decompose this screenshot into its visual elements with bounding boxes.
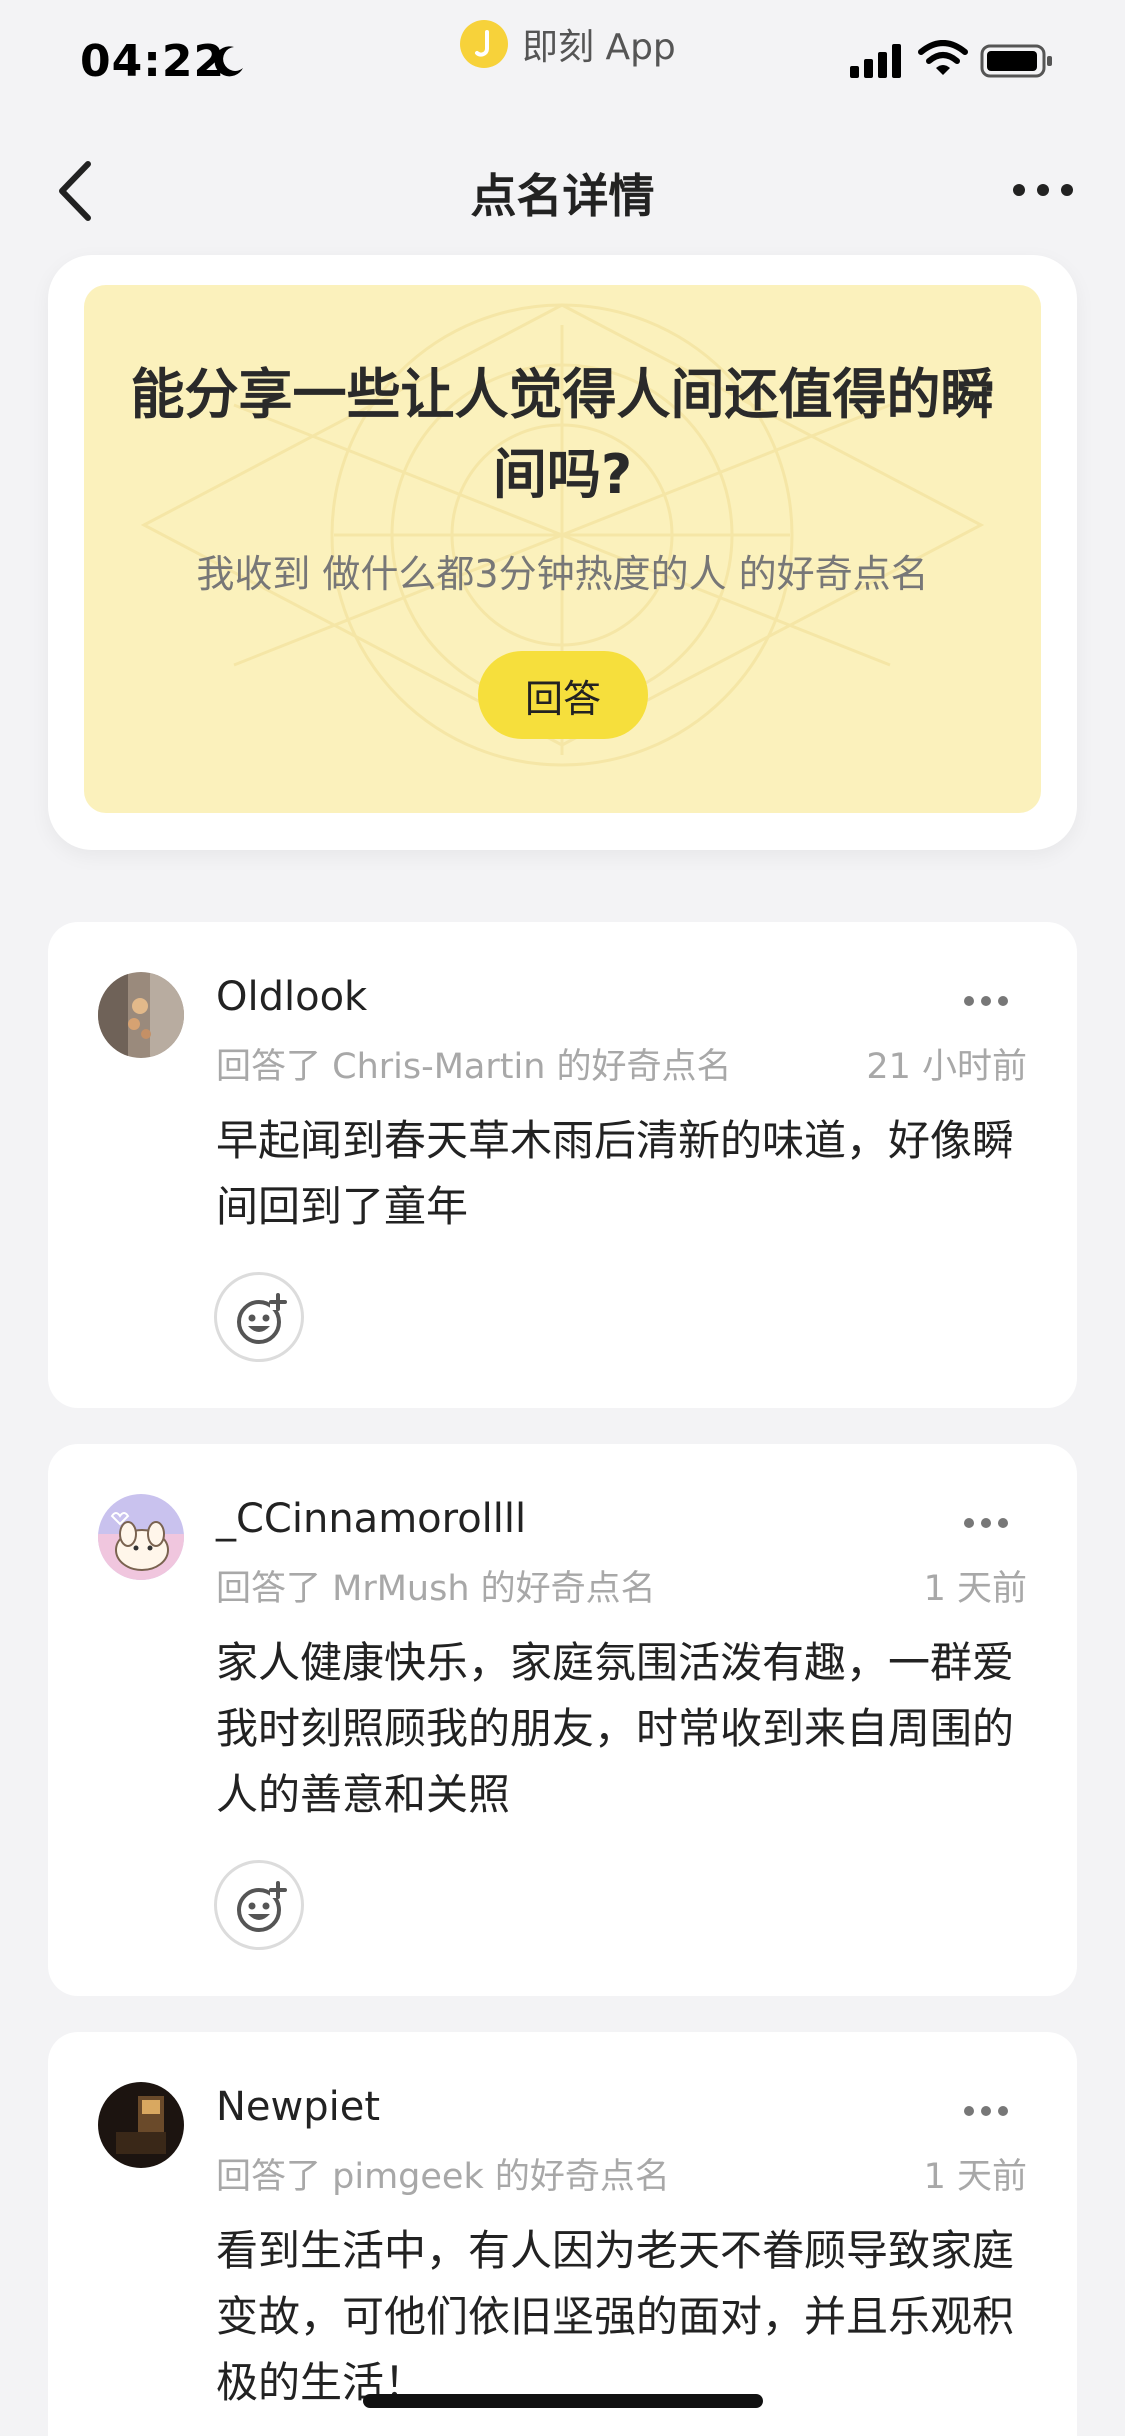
more-icon[interactable] [1011,180,1075,200]
answer-source[interactable]: 回答了 pimgeek 的好奇点名 [216,2148,670,2199]
app-logo-icon [460,20,508,68]
status-time: 04:22 [80,36,226,87]
answer-content[interactable]: 看到生活中，有人因为老天不眷顾导致家庭变故，可他们依旧坚强的面对，并且乐观积极的… [216,2218,1046,2416]
app-indicator[interactable]: 即刻 App [460,20,676,68]
username[interactable]: Newpiet [216,2084,380,2130]
answer-content[interactable]: 家人健康快乐，家庭氛围活泼有趣，一群爱我时刻照顾我的朋友，时常收到来自周围的人的… [216,1630,1046,1828]
home-indicator[interactable] [363,2394,763,2408]
app-name: 即刻 App [522,27,676,68]
answer-source[interactable]: 回答了 MrMush 的好奇点名 [216,1560,656,1611]
question-card: 能分享一些让人觉得人间还值得的瞬间吗? 我收到 做什么都3分钟热度的人 的好奇点… [48,255,1077,850]
timestamp: 1 天前 [923,1569,1027,1609]
signal-icon [850,44,901,78]
answer-content[interactable]: 早起闻到春天草木雨后清新的味道，好像瞬间回到了童年 [216,1108,1046,1240]
add-reaction-button[interactable] [214,1860,304,1950]
question-subtitle: 我收到 做什么都3分钟热度的人 的好奇点名 [196,552,929,596]
add-reaction-icon [237,1293,287,1344]
battery-icon [980,44,1052,78]
timestamp: 21 小时前 [866,1047,1027,1087]
add-reaction-icon [237,1881,287,1932]
nav-bar: 点名详情 [0,120,1125,255]
more-icon[interactable] [963,994,1009,1008]
more-icon[interactable] [963,2104,1009,2118]
avatar[interactable] [98,972,184,1058]
status-bar: 04:22 即刻 App [0,0,1125,120]
answer-card[interactable]: Newpiet 回答了 pimgeek 的好奇点名 1 天前 看到生活中，有人因… [48,2032,1077,2436]
answer-card[interactable]: _CCinnamorollll 回答了 MrMush 的好奇点名 1 天前 家人… [48,1444,1077,1996]
avatar[interactable] [98,2082,184,2168]
moon-icon [214,46,243,77]
page: 04:22 即刻 App 点名详情 能分享一些让人觉得人间还值得的瞬间吗? 我收… [0,0,1125,2436]
answer-source[interactable]: 回答了 Chris-Martin 的好奇点名 [216,1038,732,1089]
wifi-icon [918,40,968,75]
avatar[interactable] [98,1494,184,1580]
question-banner: 能分享一些让人觉得人间还值得的瞬间吗? 我收到 做什么都3分钟热度的人 的好奇点… [84,285,1041,813]
timestamp: 1 天前 [923,2157,1027,2197]
question-text: 能分享一些让人觉得人间还值得的瞬间吗? [130,363,995,506]
answer-card[interactable]: Oldlook 回答了 Chris-Martin 的好奇点名 21 小时前 早起… [48,922,1077,1408]
username[interactable]: Oldlook [216,974,367,1020]
username[interactable]: _CCinnamorollll [216,1496,526,1542]
page-title: 点名详情 [470,169,655,223]
more-icon[interactable] [963,1516,1009,1530]
answer-button[interactable]: 回答 [478,651,648,739]
add-reaction-button[interactable] [214,1272,304,1362]
